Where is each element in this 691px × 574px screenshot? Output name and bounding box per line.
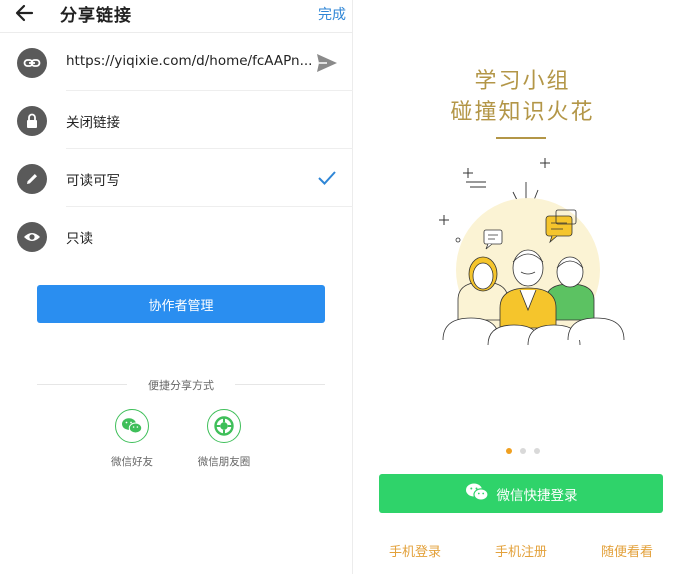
wechat-icon (465, 482, 489, 506)
share-link-row[interactable]: https://yiqixie.com/d/home/fcAAPn... (0, 33, 353, 91)
option-label: 只读 (66, 231, 93, 247)
carousel-dot[interactable] (533, 448, 540, 454)
pencil-icon (17, 164, 47, 194)
option-read-write[interactable]: 可读可写 (0, 149, 353, 207)
collaborator-management-button[interactable]: 协作者管理 (37, 285, 325, 323)
share-wechat-friends[interactable]: 微信好友 (97, 409, 167, 471)
share-header: 分享链接 完成 (0, 0, 353, 30)
carousel-dots (354, 448, 691, 454)
checkmark-icon (317, 169, 337, 187)
carousel-dot[interactable] (505, 448, 512, 454)
sparkle-icon (540, 158, 550, 168)
slogan-divider (496, 137, 546, 139)
option-read-only[interactable]: 只读 (0, 207, 353, 265)
done-button[interactable]: 完成 (318, 4, 346, 24)
sparkle-icon (439, 215, 449, 225)
wechat-login-label: 微信快捷登录 (496, 487, 578, 504)
lock-icon (17, 106, 47, 136)
page-title: 分享链接 (60, 6, 132, 26)
wechat-login-button[interactable]: 微信快捷登录 (379, 474, 663, 513)
option-label: 可读可写 (66, 173, 120, 189)
share-wechat-moments[interactable]: 微信朋友圈 (189, 409, 259, 471)
study-group-illustration (439, 158, 625, 346)
quick-share-divider: 便捷分享方式 (37, 377, 325, 392)
sparkle-icon (463, 168, 473, 178)
divider-line (235, 384, 325, 385)
link-icon (17, 48, 47, 78)
carousel-dot[interactable] (519, 448, 526, 454)
phone-login-link[interactable]: 手机登录 (389, 541, 441, 560)
option-label: 关闭链接 (66, 115, 120, 131)
wechat-icon (115, 409, 149, 443)
eye-icon (17, 222, 47, 252)
share-link-panel: 分享链接 完成 https://yiqixie.com/d/home/fcAAP… (0, 0, 353, 574)
browse-link[interactable]: 随便看看 (601, 541, 653, 560)
share-target-label: 微信好友 (111, 456, 153, 468)
share-target-label: 微信朋友圈 (197, 456, 251, 468)
option-close-link[interactable]: 关闭链接 (0, 91, 353, 149)
phone-register-link[interactable]: 手机注册 (495, 541, 547, 560)
slogan-line-1: 学习小组 (474, 69, 571, 94)
send-icon[interactable] (315, 52, 339, 74)
slogan-line-2: 碰撞知识火花 (450, 100, 595, 125)
quick-share-label: 便捷分享方式 (148, 379, 214, 392)
back-arrow-icon[interactable] (12, 1, 38, 25)
share-link-url[interactable]: https://yiqixie.com/d/home/fcAAPn... (66, 53, 312, 69)
moments-icon (207, 409, 241, 443)
login-panel: 学习小组 碰撞知识火花 微信快捷登录 手机登录 手机注册 随便看看 (354, 0, 691, 574)
